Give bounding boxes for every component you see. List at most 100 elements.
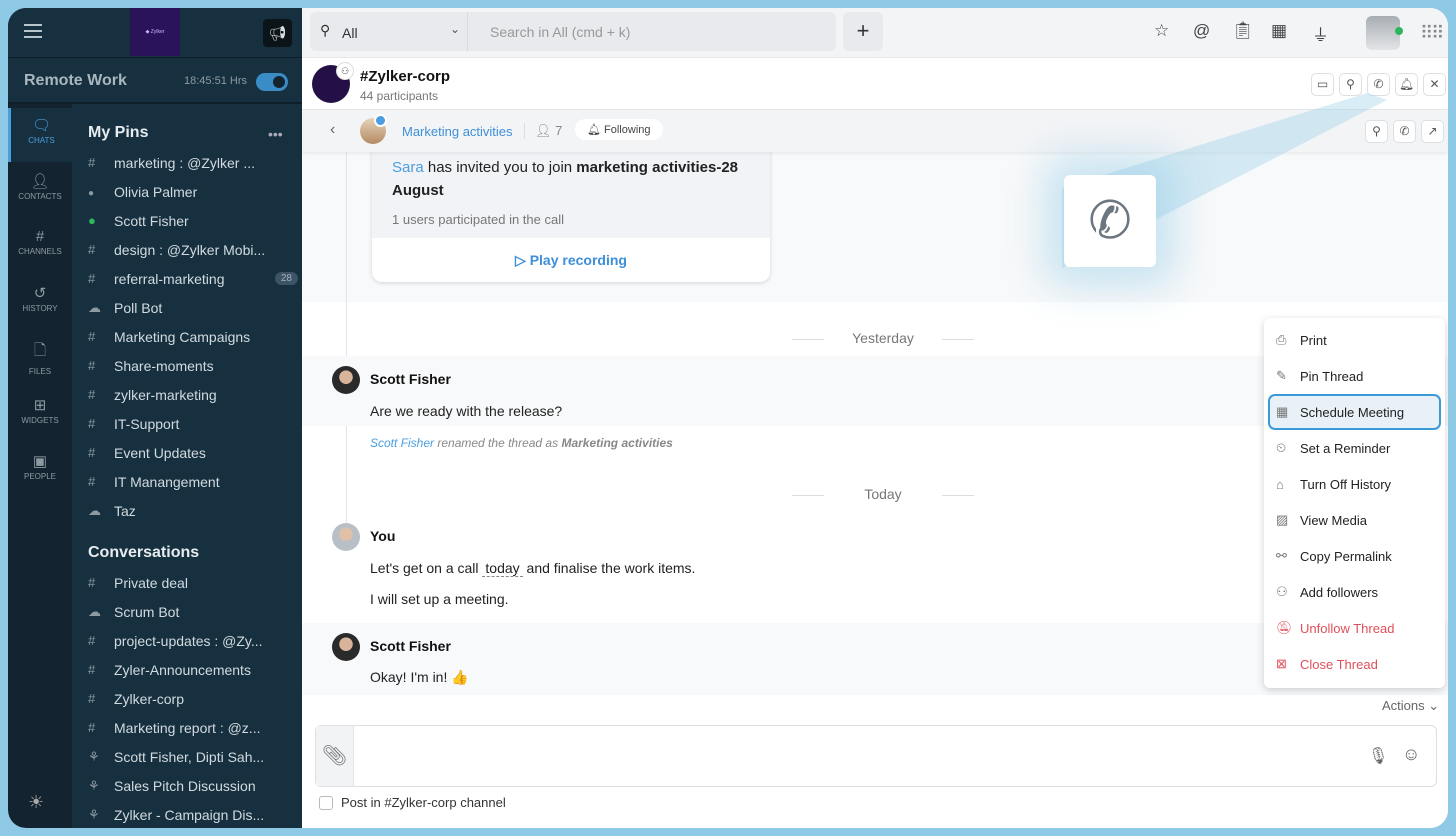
- close-button[interactable]: ✕: [1423, 73, 1446, 96]
- search-icon: ⚲: [1346, 77, 1355, 91]
- sidebar-item[interactable]: # design : @Zylker Mobi...: [88, 235, 298, 264]
- sidebar-item[interactable]: ☁ Taz: [88, 496, 298, 525]
- message-author[interactable]: You: [370, 528, 395, 544]
- menu-item-close-thread[interactable]: ⊠ Close Thread: [1268, 646, 1441, 682]
- date-token[interactable]: today: [482, 560, 523, 577]
- calendar-icon[interactable]: ▦: [1271, 21, 1287, 41]
- system-user-link[interactable]: Scott Fisher: [370, 436, 434, 450]
- post-in-channel-checkbox[interactable]: [319, 796, 333, 810]
- sidebar-item[interactable]: # Marketing Campaigns: [88, 322, 298, 351]
- new-button[interactable]: +: [843, 12, 883, 51]
- announcement-button[interactable]: 📢︎: [263, 19, 292, 47]
- thread-search-button[interactable]: ⚲: [1365, 120, 1388, 143]
- rail-history[interactable]: ↺ HISTORY: [8, 276, 72, 330]
- menu-item-view-media[interactable]: ▨ View Media: [1268, 502, 1441, 538]
- sidebar-item[interactable]: # Zyler-Announcements: [88, 655, 298, 684]
- plug-icon[interactable]: ⏚: [1312, 21, 1329, 46]
- app-window: 🗨 CHATS 👤︎ CONTACTS # CHANNELS ↺ HISTORY 🗋 FI…: [8, 8, 1448, 828]
- more-icon[interactable]: •••: [268, 126, 283, 142]
- sidebar-item[interactable]: # referral-marketing 28: [88, 264, 298, 293]
- message-author[interactable]: Scott Fisher: [370, 638, 451, 654]
- sidebar-item[interactable]: # Share-moments: [88, 351, 298, 380]
- inviter-link[interactable]: Sara: [392, 159, 424, 176]
- popout-button[interactable]: ↗: [1421, 120, 1444, 143]
- sidebar-item[interactable]: # Event Updates: [88, 438, 298, 467]
- following-button[interactable]: 🔔︎ Following: [575, 119, 663, 140]
- participants-count[interactable]: 44 participants: [360, 89, 438, 103]
- menu-item-pin-thread[interactable]: ✎ Pin Thread: [1268, 358, 1441, 394]
- search-input[interactable]: Search in All (cmd + k): [490, 24, 630, 40]
- rail-contacts[interactable]: 👤︎ CONTACTS: [8, 164, 72, 218]
- menu-item-turn-off-history[interactable]: ⌂ Turn Off History: [1268, 466, 1441, 502]
- rail-widgets[interactable]: ⊞ WIDGETS: [8, 388, 72, 442]
- thread-members[interactable]: 👤︎ 7: [524, 123, 562, 139]
- menu-item-schedule-meeting[interactable]: ▦ Schedule Meeting: [1268, 394, 1441, 430]
- emoji-icon[interactable]: ☺: [1402, 744, 1420, 765]
- play-icon: ▷: [515, 252, 530, 268]
- workspace-logo[interactable]: ◆ Zylker: [130, 8, 180, 56]
- search-button[interactable]: ⚲: [1339, 73, 1362, 96]
- sidebar-item[interactable]: ● Olivia Palmer: [88, 177, 298, 206]
- back-icon[interactable]: ‹: [330, 121, 335, 139]
- sidebar-item[interactable]: # zylker-marketing: [88, 380, 298, 409]
- message-author[interactable]: Scott Fisher: [370, 371, 451, 387]
- sidebar-item[interactable]: ☁ Scrum Bot: [88, 597, 298, 626]
- search-scope-select[interactable]: ⚲ All ⌄: [310, 12, 468, 51]
- sidebar-item[interactable]: # marketing : @Zylker ...: [88, 148, 298, 177]
- channel-name[interactable]: #Zylker-corp: [360, 68, 450, 85]
- sidebar-item[interactable]: ☁ Poll Bot: [88, 293, 298, 322]
- media-icon: ▨: [1276, 512, 1289, 527]
- search-icon: ⚲: [320, 22, 331, 38]
- avatar[interactable]: [332, 523, 360, 551]
- rail-people[interactable]: ▣ PEOPLE: [8, 444, 72, 498]
- bell-icon: 🔔︎: [587, 124, 605, 136]
- avatar[interactable]: [332, 633, 360, 661]
- reminder-icon[interactable]: 📋︎: [1232, 21, 1254, 41]
- sidebar-item[interactable]: ⚘ Scott Fisher, Dipti Sah...: [88, 742, 298, 771]
- bot-icon: ☁: [88, 502, 101, 518]
- call-button[interactable]: ✆: [1367, 73, 1390, 96]
- sidebar-item[interactable]: # Marketing report : @z...: [88, 713, 298, 742]
- mention-icon[interactable]: @: [1193, 21, 1210, 41]
- sidebar-item[interactable]: # IT-Support: [88, 409, 298, 438]
- sidebar-item[interactable]: ● Scott Fisher: [88, 206, 298, 235]
- status-toggle[interactable]: [256, 73, 288, 91]
- sidebar-item[interactable]: # project-updates : @Zy...: [88, 626, 298, 655]
- status-time: 18:45:51 Hrs: [184, 75, 247, 87]
- actions-dropdown[interactable]: Actions ⌄: [1382, 698, 1439, 714]
- sidebar-item[interactable]: ⚘ Zylker - Campaign Dis...: [88, 800, 298, 828]
- menu-item-add-followers[interactable]: ⚇ Add followers: [1268, 574, 1441, 610]
- notifications-button[interactable]: 🔔︎: [1395, 73, 1418, 96]
- post-in-channel-label[interactable]: Post in #Zylker-corp channel: [341, 795, 506, 810]
- thread-button[interactable]: ▭: [1311, 73, 1334, 96]
- theme-toggle[interactable]: ☀: [28, 792, 44, 813]
- sidebar-item-label: Taz: [114, 502, 136, 519]
- menu-item-print[interactable]: ⎙ Print: [1268, 322, 1441, 358]
- thread-header: ‹ Marketing activities 👤︎ 7 🔔︎ Following…: [302, 110, 1448, 152]
- unread-badge: 28: [274, 272, 298, 285]
- apps-grid-icon[interactable]: ⠿⠿: [1420, 23, 1444, 44]
- menu-icon[interactable]: [24, 24, 42, 38]
- message-composer[interactable]: 📎︎ 🎙︎ ☺: [315, 725, 1437, 787]
- menu-item-copy-permalink[interactable]: ⚯ Copy Permalink: [1268, 538, 1441, 574]
- avatar[interactable]: [332, 366, 360, 394]
- rail-chats[interactable]: 🗨 CHATS: [8, 108, 72, 162]
- rail-channels[interactable]: # CHANNELS: [8, 220, 72, 274]
- thread-call-button[interactable]: ✆: [1393, 120, 1416, 143]
- menu-item-set-a-reminder[interactable]: ⏲ Set a Reminder: [1268, 430, 1441, 466]
- play-recording-button[interactable]: ▷ Play recording: [372, 238, 770, 269]
- attach-icon[interactable]: 📎︎: [316, 726, 354, 786]
- microphone-icon[interactable]: 🎙︎: [1368, 746, 1388, 766]
- sidebar-item[interactable]: # IT Manangement: [88, 467, 298, 496]
- sidebar-item[interactable]: # Zylker-corp: [88, 684, 298, 713]
- file-icon: 🗋: [33, 342, 47, 359]
- sidebar-item[interactable]: ⚘ Sales Pitch Discussion: [88, 771, 298, 800]
- sidebar-item-label: zylker-marketing: [114, 386, 217, 403]
- star-icon[interactable]: ☆: [1154, 21, 1169, 41]
- message-text: Let's get on a call today and finalise t…: [370, 560, 696, 577]
- thread-name[interactable]: Marketing activities: [402, 124, 513, 139]
- sidebar-item[interactable]: # Private deal: [88, 568, 298, 597]
- menu-item-unfollow-thread[interactable]: 🔕︎ Unfollow Thread: [1268, 610, 1441, 646]
- rail-files[interactable]: 🗋 FILES: [8, 332, 72, 386]
- chevron-down-icon: ⌄: [450, 22, 461, 36]
